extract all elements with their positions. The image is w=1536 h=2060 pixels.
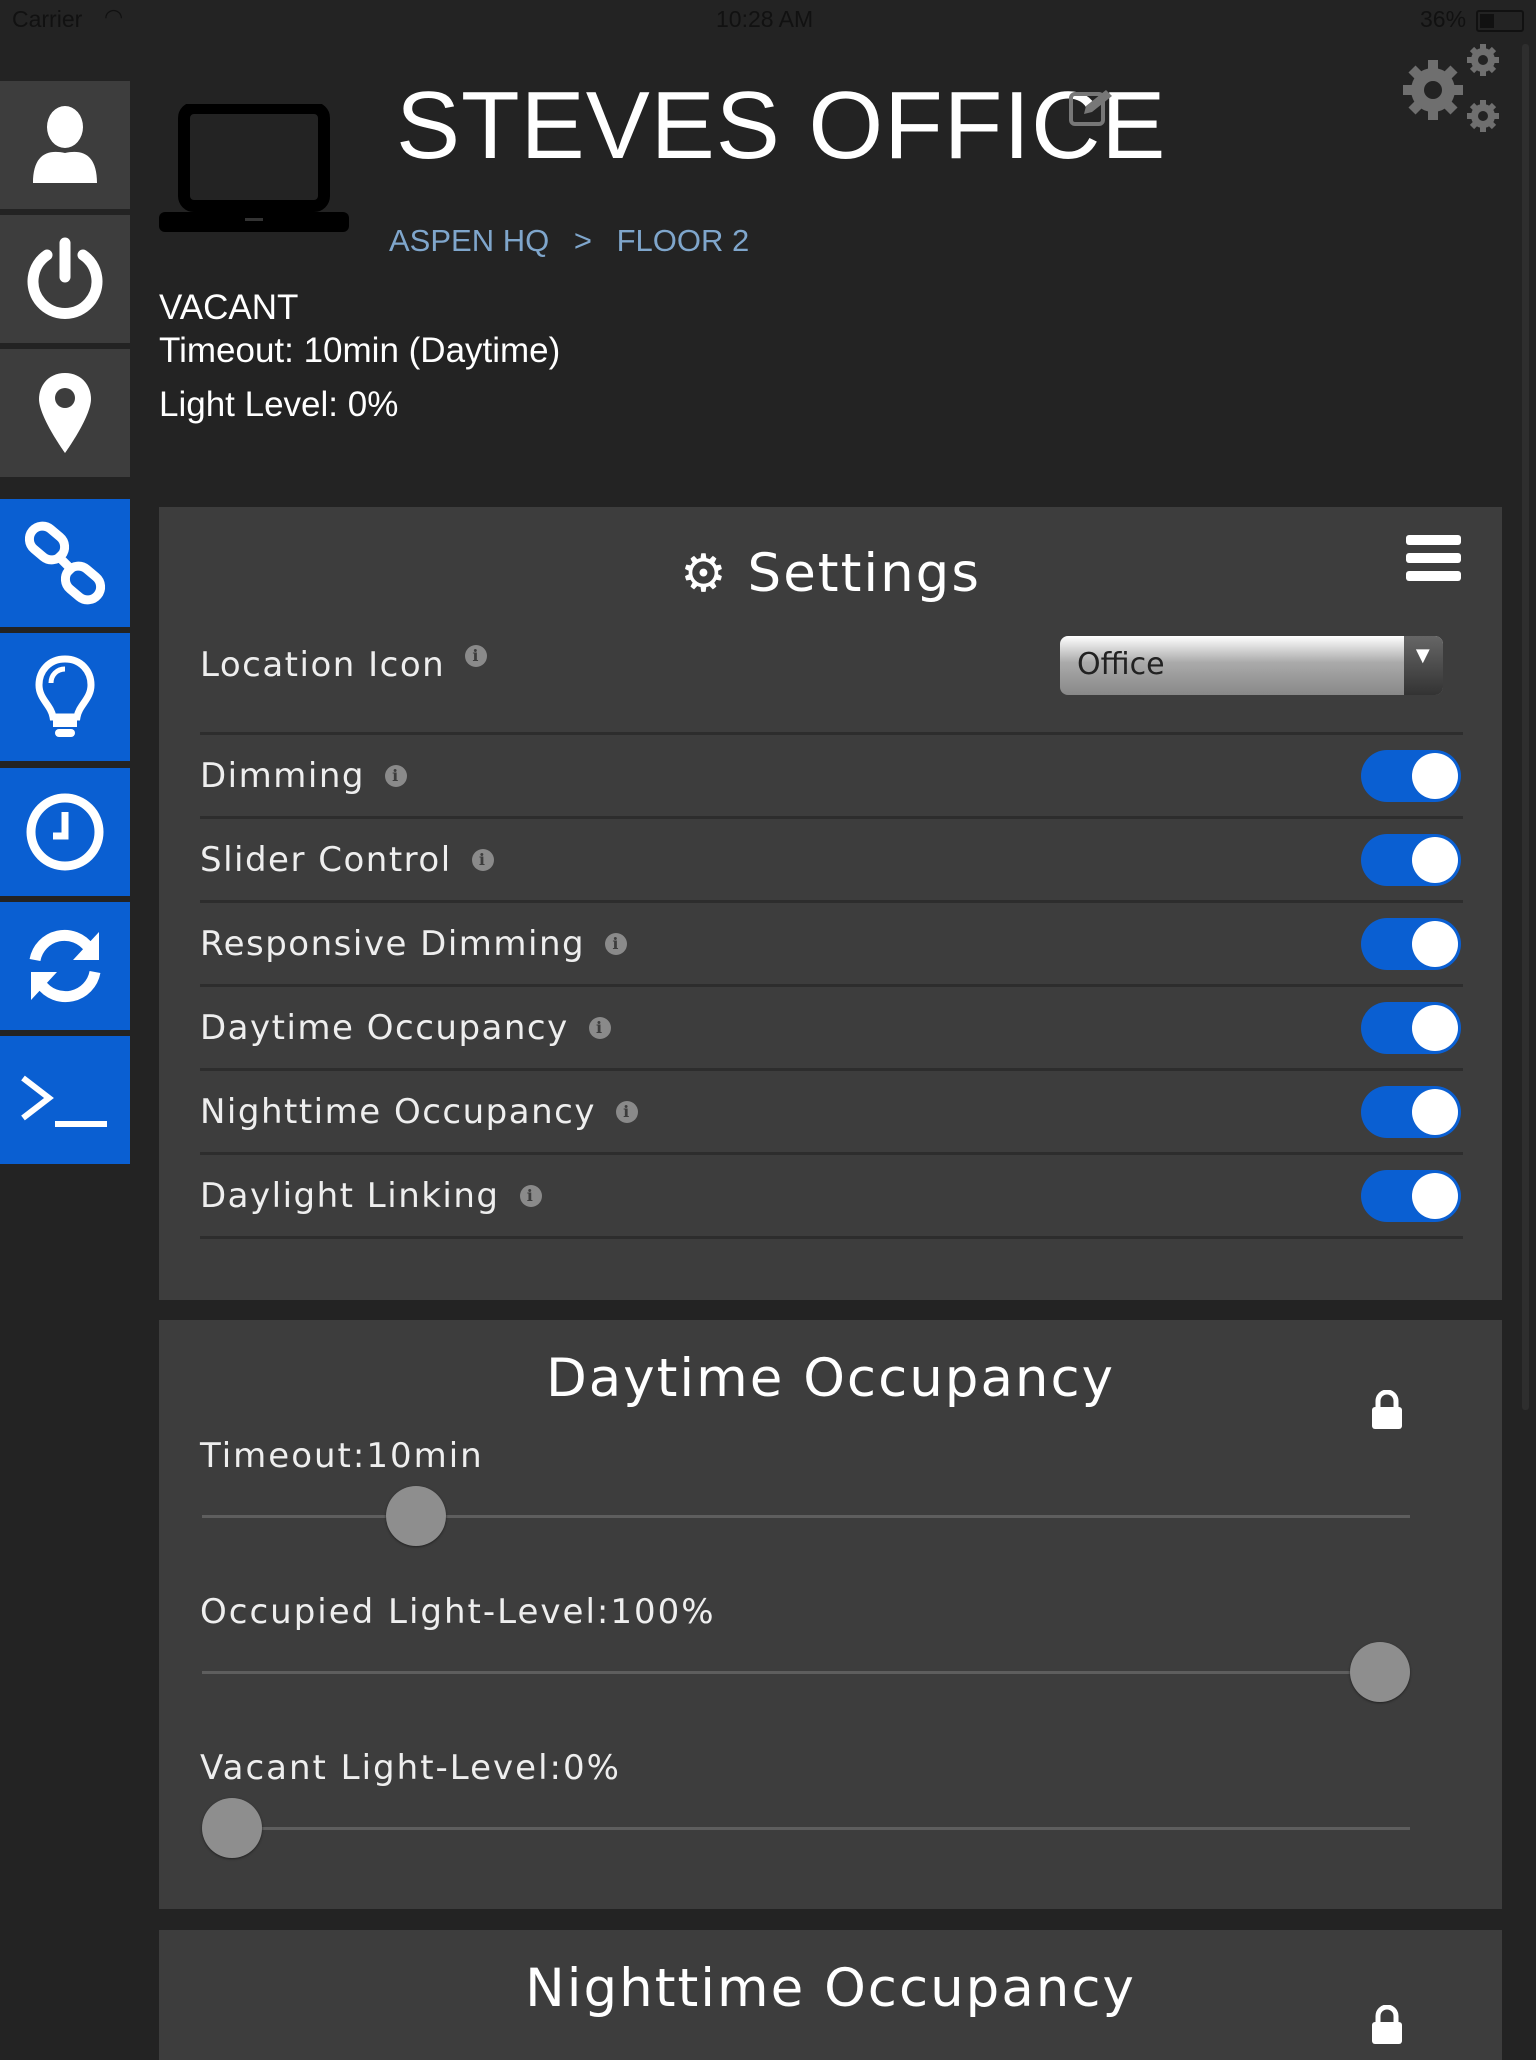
toggle-row: Daytime Occupancy i xyxy=(200,987,1463,1071)
info-icon[interactable]: i xyxy=(519,1184,542,1207)
sidebar-item-link[interactable] xyxy=(0,499,130,627)
location-icon-row: Location Icon i Office ▼ xyxy=(200,621,1463,735)
toggle-label: Daylight Linking xyxy=(200,1175,500,1216)
toggle-row: Slider Control i xyxy=(200,819,1463,903)
lightbulb-icon xyxy=(35,655,95,737)
slider-knob[interactable] xyxy=(1350,1642,1410,1702)
toggle-switch[interactable] xyxy=(1361,749,1461,802)
slider-knob[interactable] xyxy=(385,1486,446,1546)
battery-percent: 36% xyxy=(1420,6,1467,32)
slider-track[interactable] xyxy=(202,1642,1410,1702)
slider-label: Timeout:10min xyxy=(200,1436,484,1476)
sidebar-item-console[interactable] xyxy=(0,1036,130,1164)
sync-icon xyxy=(29,929,101,1003)
sidebar-item-power[interactable] xyxy=(0,215,130,343)
timeout-status: Timeout: 10min (Daytime) xyxy=(159,331,561,370)
info-icon[interactable]: i xyxy=(384,764,407,787)
info-icon[interactable]: i xyxy=(465,645,488,667)
toggle-row: Nighttime Occupancy i xyxy=(200,1071,1463,1155)
info-icon[interactable]: i xyxy=(605,932,628,955)
select-value: Office xyxy=(1077,647,1165,682)
toggle-switch[interactable] xyxy=(1361,833,1461,886)
laptop-icon xyxy=(159,104,349,232)
settings-title: ⚙ Settings xyxy=(159,543,1502,604)
menu-icon[interactable] xyxy=(1406,535,1461,581)
status-bar: Carrier ◠ 10:28 AM 36% xyxy=(0,0,1536,40)
scrollbar[interactable] xyxy=(1522,44,1529,1410)
location-icon-label: Location Icon xyxy=(200,645,446,685)
breadcrumb: ASPEN HQ > FLOOR 2 xyxy=(389,223,749,259)
battery-icon xyxy=(1476,10,1524,32)
carrier: Carrier xyxy=(12,6,83,32)
gear-icon: ⚙ xyxy=(680,544,729,604)
link-icon xyxy=(24,521,106,605)
slider-knob[interactable] xyxy=(202,1798,262,1858)
info-icon[interactable]: i xyxy=(471,848,494,871)
lock-icon[interactable] xyxy=(1371,2005,1403,2045)
settings-title-text: Settings xyxy=(747,543,981,604)
toggle-label: Slider Control xyxy=(200,839,452,880)
toggle-label: Responsive Dimming xyxy=(200,923,586,964)
toggle-label: Nighttime Occupancy xyxy=(200,1091,596,1132)
slider-label: Occupied Light-Level:100% xyxy=(200,1592,716,1632)
user-icon xyxy=(33,106,97,183)
daytime-title: Daytime Occupancy xyxy=(545,1348,1116,1409)
daytime-occupancy-panel: Daytime Occupancy Timeout:10min Occupied… xyxy=(159,1320,1502,1909)
chevron-down-icon: ▼ xyxy=(1404,636,1443,695)
breadcrumb-separator: > xyxy=(573,223,592,258)
toggle-switch[interactable] xyxy=(1361,1169,1461,1222)
toggle-switch[interactable] xyxy=(1361,917,1461,970)
toggle-row: Daylight Linking i xyxy=(200,1155,1463,1239)
toggle-switch[interactable] xyxy=(1361,1001,1461,1054)
sidebar-item-lighting[interactable] xyxy=(0,633,130,761)
terminal-icon xyxy=(21,1075,107,1127)
nighttime-title: Nighttime Occupancy xyxy=(525,1958,1136,2019)
gear-settings-icon[interactable] xyxy=(1397,42,1503,138)
info-icon[interactable]: i xyxy=(615,1100,638,1123)
page-title: STEVES OFFICE xyxy=(396,72,1167,179)
power-icon xyxy=(27,237,103,319)
settings-panel: ⚙ Settings Location Icon i Office ▼ Dimmi… xyxy=(159,507,1502,1300)
toggle-label: Daytime Occupancy xyxy=(200,1007,569,1048)
occupancy-status: VACANT xyxy=(159,288,299,327)
breadcrumb-building[interactable]: ASPEN HQ xyxy=(389,223,549,258)
sidebar-item-schedule[interactable] xyxy=(0,768,130,896)
location-pin-icon xyxy=(39,373,91,453)
clock-time: 10:28 AM xyxy=(716,6,814,32)
breadcrumb-floor[interactable]: FLOOR 2 xyxy=(617,223,750,258)
toggle-switch[interactable] xyxy=(1361,1085,1461,1138)
location-icon-select[interactable]: Office ▼ xyxy=(1060,636,1443,695)
info-icon[interactable]: i xyxy=(588,1016,611,1039)
toggle-row: Dimming i xyxy=(200,735,1463,819)
toggle-row: Responsive Dimming i xyxy=(200,903,1463,987)
sidebar-item-user[interactable] xyxy=(0,81,130,209)
sidebar-item-sync[interactable] xyxy=(0,902,130,1030)
slider-track[interactable] xyxy=(202,1486,1410,1546)
light-level-status: Light Level: 0% xyxy=(159,385,399,424)
slider-track[interactable] xyxy=(202,1798,1410,1858)
edit-icon[interactable] xyxy=(1068,88,1116,128)
wifi-icon: ◠ xyxy=(104,4,124,29)
slider-label: Vacant Light-Level:0% xyxy=(200,1748,621,1788)
clock-icon xyxy=(26,793,104,871)
toggle-label: Dimming xyxy=(200,755,365,796)
lock-icon[interactable] xyxy=(1371,1390,1403,1430)
sidebar-item-location[interactable] xyxy=(0,349,130,477)
nighttime-occupancy-panel: Nighttime Occupancy xyxy=(159,1930,1502,2060)
